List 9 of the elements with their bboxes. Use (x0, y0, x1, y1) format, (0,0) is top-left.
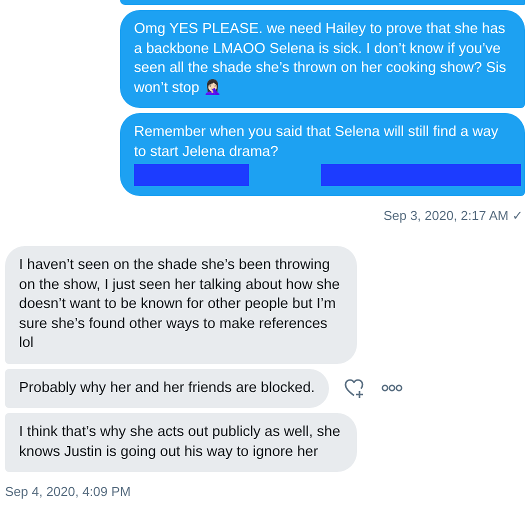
message-timestamp: Sep 3, 2020, 2:17 AM ✓ (383, 207, 524, 224)
message-timestamp: Sep 4, 2020, 4:09 PM (5, 483, 131, 499)
message-text: I haven’t seen on the shade she’s been throwing on the show, I just seen her talking about how she doesn’t want to be known for other people but I’m sure she’s found other ways to make references lol (19, 256, 341, 353)
message-text: Probably why her and her friends are blocked. (19, 378, 315, 398)
message-text: I think that’s why she acts out publicly as well, she knows Justin is going out his way to ignore her (19, 423, 342, 462)
heart-plus-icon[interactable] (342, 377, 365, 400)
message-text: Remember when you said that Selena will still find a way to start Jelena drama? (134, 123, 500, 162)
more-icon[interactable] (380, 384, 403, 392)
message-text: Omg YES PLEASE. we need Hailey to prove that she has a backbone LMAOO Selena is sick. I don’t know if you’ve seen all the shade she’s thrown on her cooking show? Sis won’t stop 🤦🏻‍♀ (134, 20, 508, 98)
